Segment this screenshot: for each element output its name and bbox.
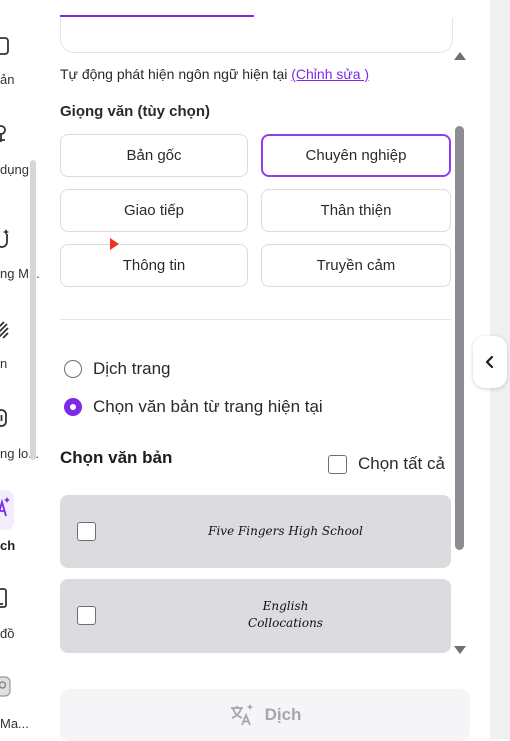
radio-label: Dịch trang (93, 359, 171, 378)
translate-button[interactable]: Dịch (60, 689, 470, 741)
text-item-card[interactable]: English Collocations (60, 579, 451, 653)
scroll-up-arrow-icon[interactable] (454, 52, 466, 60)
tone-option-informative[interactable]: Thông tin (60, 244, 248, 287)
text-item-card[interactable]: Five Fingers High School (60, 495, 451, 568)
tone-option-casual[interactable]: Giao tiếp (60, 189, 248, 232)
panel-scrollbar-thumb[interactable] (455, 126, 464, 550)
link-icon (0, 409, 7, 427)
rail-scrollbar[interactable] (30, 160, 36, 460)
rail-label: Ma... (0, 716, 29, 731)
detect-text: Tự động phát hiện ngôn ngữ hiện tại (60, 66, 292, 82)
collapse-panel-button[interactable] (473, 336, 507, 388)
text-item-checkbox[interactable] (77, 606, 96, 625)
tone-option-professional[interactable]: Chuyên nghiệp (261, 134, 451, 177)
language-detect-note: Tự động phát hiện ngôn ngữ hiện tại (Chỉ… (60, 66, 369, 82)
left-rail: ản dụng ng M... n ng lo... ch đồ Ma... (0, 0, 40, 739)
section-divider (60, 319, 451, 320)
checkbox[interactable] (328, 454, 347, 474)
radio-translate-page[interactable]: Dịch trang (64, 359, 170, 379)
sparkle-icon (0, 497, 10, 517)
scroll-down-arrow-icon[interactable] (454, 646, 466, 654)
tone-option-friendly[interactable]: Thân thiện (261, 189, 451, 232)
select-all-label: Chọn tất cả (358, 454, 445, 473)
rail-label: n (0, 356, 8, 371)
radio-select-text[interactable]: Chọn văn bản từ trang hiện tại (64, 397, 323, 417)
magic-icon (0, 229, 9, 248)
avatar-icon (0, 676, 11, 697)
active-tab-indicator (60, 15, 254, 17)
tone-title: Giọng văn (tùy chọn) (60, 103, 210, 120)
edit-language-link[interactable]: (Chỉnh sửa ) (291, 66, 369, 82)
select-text-title: Chọn văn bản (60, 448, 173, 467)
tone-option-original[interactable]: Bản gốc (60, 134, 248, 177)
language-field[interactable] (60, 18, 453, 53)
translate-panel: Tự động phát hiện ngôn ngữ hiện tại (Chỉ… (40, 0, 470, 741)
phone-icon (0, 588, 7, 608)
chevron-left-icon (485, 355, 494, 369)
apps-icon (0, 125, 6, 142)
rail-label: ch (0, 538, 16, 553)
radio-button[interactable] (64, 360, 82, 378)
text-item-preview: Five Fingers High School (208, 524, 363, 538)
text-item-checkbox[interactable] (77, 522, 96, 541)
cursor-marker-icon (110, 238, 119, 250)
pattern-icon (0, 321, 9, 339)
page-icon (0, 37, 9, 55)
radio-button-selected[interactable] (64, 398, 82, 416)
translate-icon (230, 704, 253, 726)
translate-button-label: Dịch (264, 705, 302, 724)
rail-label: dụng (0, 162, 29, 177)
rail-label: đồ (0, 626, 15, 641)
select-all-checkbox[interactable]: Chọn tất cả (328, 454, 445, 474)
tone-option-inspirational[interactable]: Truyền cảm (261, 244, 451, 287)
radio-label: Chọn văn bản từ trang hiện tại (93, 397, 323, 416)
text-item-preview: English Collocations (248, 599, 323, 630)
rail-label: ản (0, 72, 15, 87)
